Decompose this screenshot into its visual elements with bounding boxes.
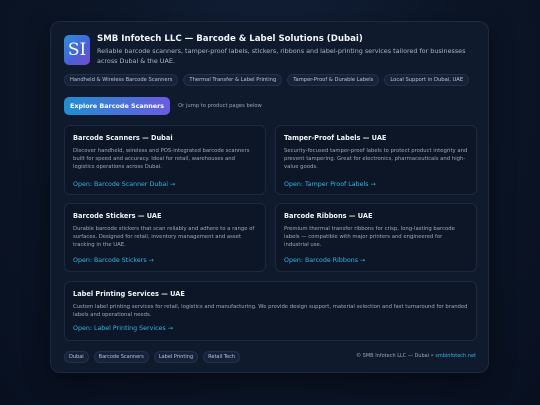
cta-note: Or jump to product pages below [178, 103, 262, 109]
company-logo: SI [64, 35, 90, 65]
product-card-ribbons: Barcode Ribbons — UAE Premium thermal tr… [275, 203, 477, 272]
product-card-label-printing: Label Printing Services — UAE Custom lab… [64, 281, 477, 341]
product-card-title: Barcode Stickers — UAE [73, 212, 162, 220]
feature-tag: Tamper-Proof & Durable Labels [287, 74, 380, 86]
product-card-description: Custom label printing services for retai… [73, 304, 468, 319]
product-card-link[interactable]: Open: Tamper Proof Labels → [284, 181, 376, 188]
footer-tags: Dubai Barcode Scanners Label Printing Re… [64, 351, 241, 363]
page-title: SMB Infotech LLC — Barcode & Label Solut… [97, 34, 363, 44]
page-subtitle: Reliable barcode scanners, tamper-proof … [97, 47, 466, 65]
product-card-title: Barcode Ribbons — UAE [284, 212, 373, 220]
product-card-link[interactable]: Open: Barcode Stickers → [73, 257, 154, 264]
product-card-description: Premium thermal transfer ribbons for cri… [284, 226, 455, 249]
product-card-tamper-proof: Tamper-Proof Labels — UAE Security-focus… [275, 125, 477, 195]
main-card: SI SMB Infotech LLC — Barcode & Label So… [50, 21, 489, 373]
feature-tag: Local Support in Dubai, UAE [384, 74, 470, 86]
cta-row: Explore Barcode Scanners Or jump to prod… [64, 97, 262, 115]
product-card-title: Barcode Scanners — Dubai [73, 134, 173, 142]
product-card-stickers: Barcode Stickers — UAE Durable barcode s… [64, 203, 266, 272]
copyright: © SMB Infotech LLC — Dubai • smbinfotech… [356, 353, 476, 359]
footer-tag: Label Printing [153, 351, 199, 363]
site-link[interactable]: smbinfotech.net [435, 353, 476, 359]
feature-tags: Handheld & Wireless Barcode Scanners The… [64, 74, 470, 86]
feature-tag: Thermal Transfer & Label Printing [183, 74, 283, 86]
product-card-description: Durable barcode stickers that scan relia… [73, 226, 255, 249]
footer-tag: Dubai [64, 351, 89, 363]
product-card-title: Tamper-Proof Labels — UAE [284, 134, 387, 142]
copyright-text: © SMB Infotech LLC — Dubai • [356, 353, 434, 359]
explore-scanners-button[interactable]: Explore Barcode Scanners [64, 97, 171, 115]
product-card-scanners: Barcode Scanners — Dubai Discover handhe… [64, 125, 266, 195]
product-card-link[interactable]: Open: Barcode Scanner Dubai → [73, 181, 175, 188]
product-card-description: Security-focused tamper-proof labels to … [284, 148, 468, 171]
footer-tag: Retail Tech [203, 351, 241, 363]
product-card-title: Label Printing Services — UAE [73, 290, 185, 298]
footer-tag: Barcode Scanners [93, 351, 149, 363]
product-card-link[interactable]: Open: Label Printing Services → [73, 325, 173, 332]
product-card-description: Discover handheld, wireless and POS-inte… [73, 148, 250, 171]
product-card-link[interactable]: Open: Barcode Ribbons → [284, 257, 365, 264]
feature-tag: Handheld & Wireless Barcode Scanners [64, 74, 179, 86]
